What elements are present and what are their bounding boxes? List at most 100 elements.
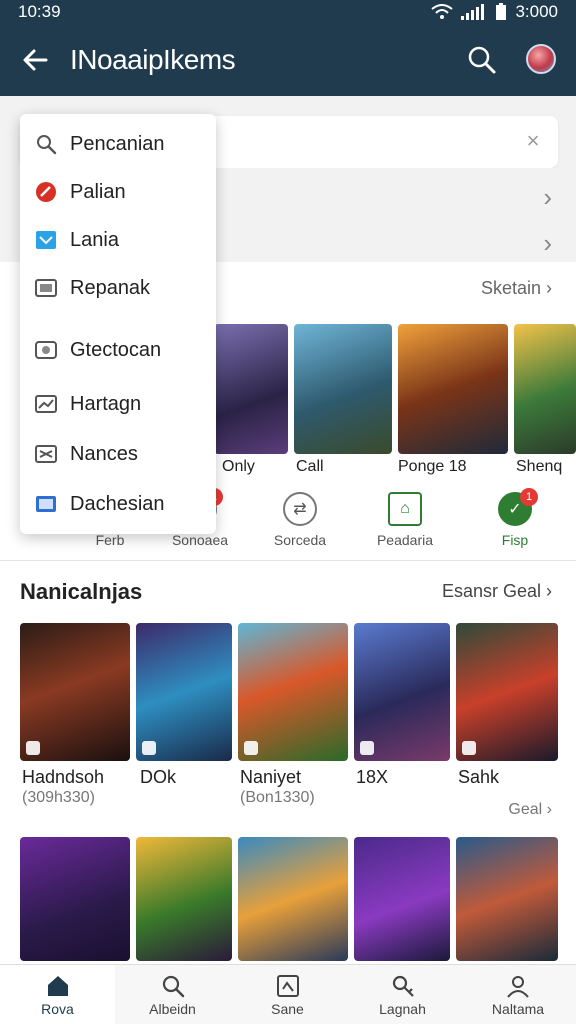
category-label: Fisp: [501, 532, 529, 548]
nav-label: Naltama: [491, 1001, 545, 1017]
nav-label: Sane: [271, 1001, 304, 1017]
badge-icon: [244, 741, 258, 755]
card-title: Hadndsoh: [22, 767, 105, 787]
red-badge-icon: [34, 180, 58, 204]
category-label: Sonoaea: [171, 532, 229, 548]
chevron-right-icon[interactable]: ›: [543, 228, 552, 259]
menu-item-label: Nances: [70, 442, 138, 465]
game-card[interactable]: [20, 623, 130, 761]
category-label: Peadaria: [376, 532, 434, 548]
menu-item[interactable]: Dachesian: [20, 482, 216, 526]
menu-item[interactable]: Lania: [20, 218, 216, 262]
card-title: 18X: [356, 767, 389, 787]
search-icon: [34, 132, 58, 156]
calendar-icon: ⌂: [388, 492, 422, 526]
badge-icon: [26, 741, 40, 755]
menu-item-label: Dachesian: [70, 492, 165, 515]
search-icon[interactable]: [466, 44, 498, 76]
dropdown-menu: Pencanian Palian Lania Repanak Gtectocan…: [20, 114, 216, 534]
nav-profile[interactable]: Naltama: [460, 965, 576, 1024]
nav-label: Albeidn: [149, 1001, 196, 1017]
status-icons: 3:000: [431, 2, 558, 22]
see-all-link[interactable]: Sketain ›: [481, 278, 552, 299]
blue-mail-icon: [34, 228, 58, 252]
game-thumbnail[interactable]: [294, 324, 392, 454]
battery-text: 3:000: [515, 2, 558, 21]
menu-item-search[interactable]: Pencanian: [20, 122, 216, 166]
bottom-navigation: Rova Albeidn Sane Lagnah Naltama: [0, 964, 576, 1024]
category-item[interactable]: ⇄ Sorceda: [250, 492, 350, 548]
see-more-link[interactable]: Esansr Geal ›: [442, 581, 552, 602]
game-thumbnail[interactable]: [214, 324, 288, 454]
signal-icon: [461, 4, 485, 20]
menu-item-label: Lania: [70, 228, 119, 251]
badge-icon: [360, 741, 374, 755]
menu-item-label: Gtectocan: [70, 338, 162, 361]
game-label: Shenq: [516, 458, 563, 475]
home-icon: [47, 976, 68, 996]
menu-item-label: Hartagn: [70, 392, 142, 415]
game-card[interactable]: [20, 837, 130, 961]
nav-home[interactable]: Rova: [0, 965, 115, 1024]
notification-badge: 1: [520, 488, 538, 506]
category-item[interactable]: ✓ 1 Fisp: [465, 488, 565, 548]
category-label: Sorceda: [273, 532, 327, 548]
status-bar: 10:39 3:000: [0, 0, 576, 24]
game-card[interactable]: [136, 623, 232, 761]
row-more-link[interactable]: Geal ›: [508, 801, 552, 819]
game-card[interactable]: [456, 837, 558, 961]
menu-item[interactable]: Palian: [20, 170, 216, 214]
menu-item-label: Pencanian: [70, 132, 165, 155]
game-card[interactable]: [354, 623, 450, 761]
search-icon: [162, 975, 184, 998]
game-card[interactable]: [354, 837, 450, 961]
check-icon: ✓ 1: [498, 488, 538, 526]
chevron-right-icon[interactable]: ›: [543, 182, 552, 213]
game-card[interactable]: [456, 623, 558, 761]
battery-icon: [496, 3, 507, 20]
badge-icon: [142, 741, 156, 755]
box-icon: [34, 276, 58, 300]
nav-search[interactable]: Albeidn: [115, 965, 230, 1024]
menu-item[interactable]: Repanak: [20, 266, 216, 310]
back-arrow-icon[interactable]: [20, 44, 52, 76]
game-label: Call: [296, 458, 324, 475]
games-section: Nanicalnjas Esansr Geal › Hadndsoh (309h…: [0, 560, 576, 964]
card-title: Sahk: [458, 767, 500, 787]
card-title: DOk: [140, 767, 176, 787]
avatar[interactable]: [526, 44, 556, 74]
status-time: 10:39: [18, 2, 61, 21]
category-label: Ferb: [95, 532, 125, 548]
game-card[interactable]: [238, 837, 348, 961]
menu-item[interactable]: Hartagn: [20, 382, 216, 426]
close-icon[interactable]: ×: [522, 130, 544, 152]
tag-icon: [34, 442, 58, 466]
game-card[interactable]: [238, 623, 348, 761]
menu-item[interactable]: Gtectocan: [20, 328, 216, 372]
menu-item-label: Palian: [70, 180, 126, 203]
app-bar: INoaaipIkems: [0, 24, 576, 96]
menu-item[interactable]: Nances: [20, 432, 216, 476]
wifi-icon: [431, 4, 454, 19]
swap-icon: ⇄: [283, 492, 317, 526]
game-card[interactable]: [136, 837, 232, 961]
screen-icon: [34, 492, 58, 516]
category-item[interactable]: ⌂ Peadaria: [355, 492, 455, 548]
nav-grid[interactable]: Sane: [230, 965, 345, 1024]
camera-icon: [34, 338, 58, 362]
card-title: Naniyet: [240, 767, 302, 787]
game-label: Ponge 18: [398, 458, 467, 475]
nav-label: Rova: [41, 1001, 74, 1017]
nav-key[interactable]: Lagnah: [345, 965, 460, 1024]
game-thumbnail[interactable]: [514, 324, 576, 454]
menu-item-label: Repanak: [70, 276, 151, 299]
chart-icon: [34, 392, 58, 416]
badge-icon: [462, 741, 476, 755]
game-thumbnail[interactable]: [398, 324, 508, 454]
game-label: Only: [222, 458, 255, 475]
key-icon: [392, 975, 414, 997]
page-title: INoaaipIkems: [70, 44, 236, 75]
card-subtitle: (Bon1330): [240, 789, 315, 806]
card-subtitle: (309h330): [22, 789, 95, 806]
grid-icon: [276, 975, 299, 997]
